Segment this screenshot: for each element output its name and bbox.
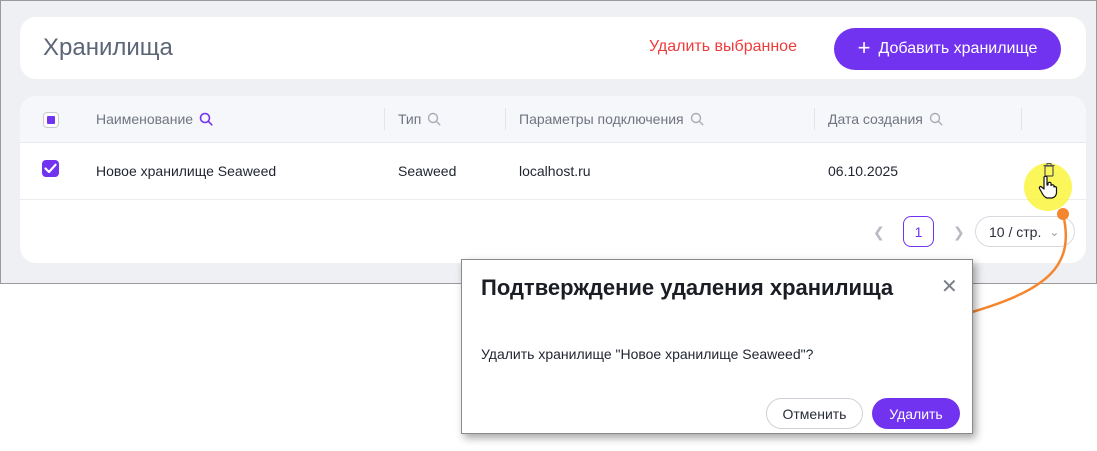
table-header: Наименование Тип Параметры подключения Д… [20, 96, 1086, 143]
column-label: Наименование [96, 111, 194, 127]
add-storage-label: Добавить хранилище [878, 40, 1038, 57]
storage-table: Наименование Тип Параметры подключения Д… [20, 96, 1086, 263]
close-icon[interactable]: ✕ [941, 274, 958, 299]
column-header-created: Дата создания [828, 111, 943, 127]
column-divider [505, 108, 506, 130]
cell-name: Новое хранилище Seaweed [96, 163, 277, 179]
cell-connection: localhost.ru [519, 163, 591, 179]
search-icon[interactable] [199, 112, 213, 126]
select-all-checkbox[interactable] [43, 112, 59, 128]
row-checkbox[interactable] [42, 160, 59, 177]
chevron-left-icon[interactable]: ❮ [873, 224, 885, 241]
chevron-down-icon: ⌄ [1049, 224, 1060, 239]
cell-created: 06.10.2025 [828, 163, 899, 179]
search-icon[interactable] [427, 112, 441, 126]
header-card: Хранилища Удалить выбранное + Добавить х… [20, 17, 1086, 79]
column-header-type: Тип [398, 111, 441, 127]
hand-cursor-icon [1038, 175, 1058, 204]
chevron-right-icon[interactable]: ❯ [953, 224, 965, 241]
dialog-message: Удалить хранилище "Новое хранилище Seawe… [481, 346, 814, 362]
page-size-select[interactable]: 10 / стр. ⌄ [975, 216, 1075, 247]
column-divider [1021, 108, 1022, 130]
column-divider [384, 108, 385, 130]
cell-type: Seaweed [398, 163, 457, 179]
column-label: Тип [398, 111, 422, 127]
column-label: Параметры подключения [519, 111, 684, 127]
delete-confirm-dialog: Подтверждение удаления хранилища ✕ Удали… [461, 259, 973, 434]
column-header-connection: Параметры подключения [519, 111, 704, 127]
column-divider [814, 108, 815, 130]
dialog-title: Подтверждение удаления хранилища [481, 275, 894, 300]
delete-selected-button[interactable]: Удалить выбранное [649, 38, 797, 56]
cancel-button[interactable]: Отменить [766, 398, 863, 429]
page-title: Хранилища [43, 34, 173, 61]
column-label: Дата создания [828, 111, 923, 127]
plus-icon: + [857, 35, 871, 60]
search-icon[interactable] [690, 112, 704, 126]
column-header-name: Наименование [96, 111, 213, 127]
page-button-current[interactable]: 1 [903, 216, 934, 247]
search-icon[interactable] [929, 112, 943, 126]
confirm-delete-button[interactable]: Удалить [872, 398, 960, 429]
app-window: Хранилища Удалить выбранное + Добавить х… [0, 0, 1097, 284]
page-size-value: 10 / стр. [989, 223, 1042, 240]
add-storage-button[interactable]: + Добавить хранилище [834, 28, 1061, 70]
